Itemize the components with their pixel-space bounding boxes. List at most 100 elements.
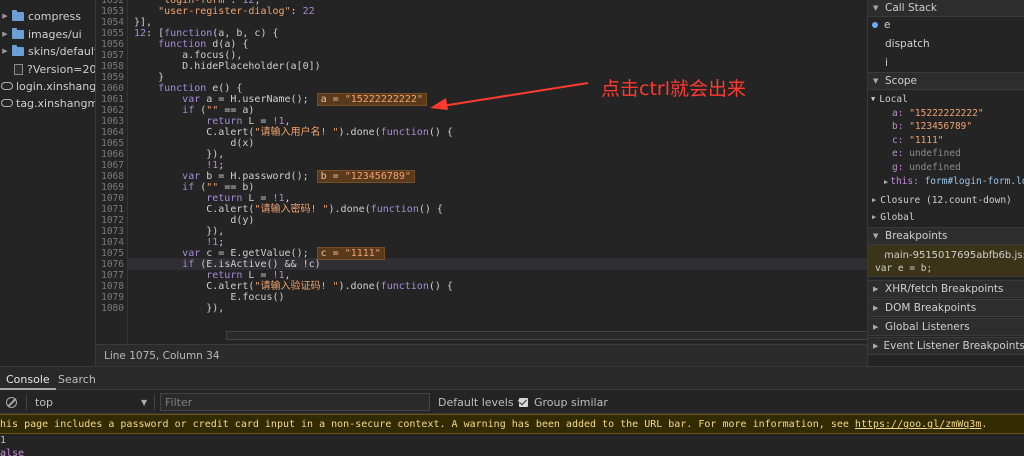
scope-var-e[interactable]: e: undefined	[868, 147, 1024, 160]
line-number[interactable]: 1059	[96, 72, 124, 83]
scope-var-c[interactable]: c: "1111"	[868, 134, 1024, 147]
cloud-icon	[1, 99, 13, 107]
breakpoint-item[interactable]: main-9515017695abfb6b.js: var e = b;	[868, 245, 1024, 277]
breakpoint-row[interactable]: main-9515017695abfb6b.js:	[868, 248, 1024, 262]
expand-triangle-icon: ▶	[873, 342, 879, 350]
scope-global[interactable]: ▶ Global	[868, 209, 1024, 225]
line-number[interactable]: 1080	[96, 303, 124, 314]
var-name: this	[890, 176, 914, 187]
expand-arrow-icon[interactable]: ▶	[0, 12, 10, 20]
tree-folder-skins-default[interactable]: ▶ skins/default	[0, 42, 96, 60]
tab-label: Search	[58, 373, 96, 386]
line-number[interactable]: 1057	[96, 50, 124, 61]
line-number[interactable]: 1061	[96, 94, 124, 105]
group-similar-label: Group similar	[534, 395, 608, 409]
line-number[interactable]: 1071	[96, 204, 124, 215]
line-number[interactable]: 1063	[96, 116, 124, 127]
warning-link[interactable]: https://goo.gl/zmWq3m	[855, 419, 981, 430]
clear-console-button[interactable]	[6, 390, 17, 414]
section-title: Breakpoints	[885, 230, 948, 242]
tab-search[interactable]: Search	[52, 367, 102, 390]
annotation-text: 点击ctrl就会出来	[601, 78, 746, 100]
tree-domain-tag[interactable]: tag.xinshangmeng	[0, 94, 95, 112]
line-number[interactable]: 1076	[96, 259, 124, 270]
code-line: function d(a) {	[158, 39, 249, 50]
scope-local[interactable]: ▼ Local	[868, 91, 1024, 107]
colon: :	[897, 135, 910, 146]
line-number[interactable]: 1072	[96, 215, 124, 226]
horizontal-scrollbar[interactable]	[226, 331, 867, 340]
global-listeners-header[interactable]: ▶ Global Listeners	[868, 318, 1024, 336]
collapse-triangle-icon: ▼	[871, 95, 876, 103]
scope-header[interactable]: ▼ Scope	[868, 72, 1024, 90]
line-number[interactable]: 1079	[96, 292, 124, 303]
line-number[interactable]: 1070	[96, 193, 124, 204]
line-number[interactable]: 1066	[96, 149, 124, 160]
line-number[interactable]: 1058	[96, 61, 124, 72]
dom-breakpoints-header[interactable]: ▶ DOM Breakpoints	[868, 299, 1024, 317]
colon: :	[913, 176, 925, 187]
line-number[interactable]: 1060	[96, 83, 124, 94]
tree-item-label: tag.xinshangmeng	[16, 96, 95, 110]
line-number-gutter[interactable]: 1052 1053 1054 1055 1056 1057 1058 1059 1060 1061…	[96, 0, 128, 344]
expand-triangle-icon: ▶	[873, 304, 879, 312]
expand-arrow-icon[interactable]: ▶	[0, 47, 10, 55]
tree-folder-images-ui[interactable]: ▶ images/ui	[0, 25, 82, 43]
console-toolbar: top ▼ Filter Default levels ▼ Group simi…	[0, 390, 1024, 414]
tab-console[interactable]: Console	[0, 367, 56, 390]
line-number[interactable]: 1056	[96, 39, 124, 50]
call-frame-i[interactable]: i	[868, 55, 1024, 71]
code-line: var a = H.userName(); a = "15222222222"	[134, 93, 427, 106]
call-frame-dispatch[interactable]: dispatch	[868, 36, 1024, 52]
line-number[interactable]: 1077	[96, 270, 124, 281]
checkbox-checked-icon[interactable]	[519, 397, 528, 407]
drawer-tab-bar: Console Search	[0, 366, 1024, 390]
line-number[interactable]: 1054	[96, 17, 124, 28]
scope-var-this[interactable]: ▶ this: form#login-form.lo	[868, 175, 1024, 188]
line-number[interactable]: 1074	[96, 237, 124, 248]
code-editor[interactable]: 1052 1053 1054 1055 1056 1057 1058 1059 1060 1061…	[96, 0, 867, 344]
line-number[interactable]: 1065	[96, 138, 124, 149]
line-number[interactable]: 1068	[96, 171, 124, 182]
tree-domain-login[interactable]: login.xinshangmeng	[0, 77, 95, 95]
tree-item-label: skins/default	[28, 44, 96, 58]
line-number[interactable]: 1069	[96, 182, 124, 193]
call-stack-header[interactable]: ▼ Call Stack	[868, 0, 1024, 17]
expand-triangle-icon: ▶	[872, 196, 877, 204]
xhr-breakpoints-header[interactable]: ▶ XHR/fetch Breakpoints	[868, 280, 1024, 298]
scope-closure[interactable]: ▶ Closure (12.count-down)	[868, 192, 1024, 208]
line-number[interactable]: 1075	[96, 248, 124, 259]
line-number[interactable]: 1055	[96, 28, 124, 39]
colon: :	[897, 162, 910, 173]
filter-placeholder: Filter	[165, 396, 193, 409]
event-listener-breakpoints-header[interactable]: ▶ Event Listener Breakpoints	[868, 337, 1024, 355]
line-number[interactable]: 1064	[96, 127, 124, 138]
line-number[interactable]: 1053	[96, 6, 124, 17]
warning-text: his page includes a password or credit c…	[0, 419, 855, 430]
line-number[interactable]: 1067	[96, 160, 124, 171]
tree-folder-compress[interactable]: ▶ compress	[0, 7, 81, 25]
expand-triangle-icon[interactable]: ▶	[884, 178, 888, 186]
log-levels-dropdown[interactable]: Default levels ▼	[438, 390, 524, 414]
code-line: a.focus(),	[134, 50, 243, 61]
scope-var-g[interactable]: g: undefined	[868, 161, 1024, 174]
context-selector[interactable]: top ▼	[35, 390, 150, 414]
call-frame-e[interactable]: e	[868, 17, 1024, 33]
scope-local-label: Local	[879, 93, 908, 105]
breakpoints-header[interactable]: ▼ Breakpoints	[868, 227, 1024, 245]
expand-arrow-icon[interactable]: ▶	[0, 30, 10, 38]
scope-var-a[interactable]: a: "15222222222"	[868, 107, 1024, 120]
line-number[interactable]: 1062	[96, 105, 124, 116]
console-filter-input[interactable]: Filter	[160, 393, 430, 411]
code-line: if ("" == a)	[182, 105, 255, 116]
tree-file-version[interactable]: ?Version=202	[12, 60, 95, 78]
code-line: !1;	[206, 237, 225, 248]
collapse-triangle-icon: ▼	[873, 4, 879, 12]
inline-var-value: "15222222222"	[344, 94, 423, 105]
group-similar-toggle[interactable]: Group similar	[519, 390, 608, 414]
section-title: Call Stack	[885, 2, 938, 14]
line-number[interactable]: 1078	[96, 281, 124, 292]
var-value: "123456789"	[909, 121, 973, 132]
line-number[interactable]: 1073	[96, 226, 124, 237]
scope-var-b[interactable]: b: "123456789"	[868, 120, 1024, 133]
